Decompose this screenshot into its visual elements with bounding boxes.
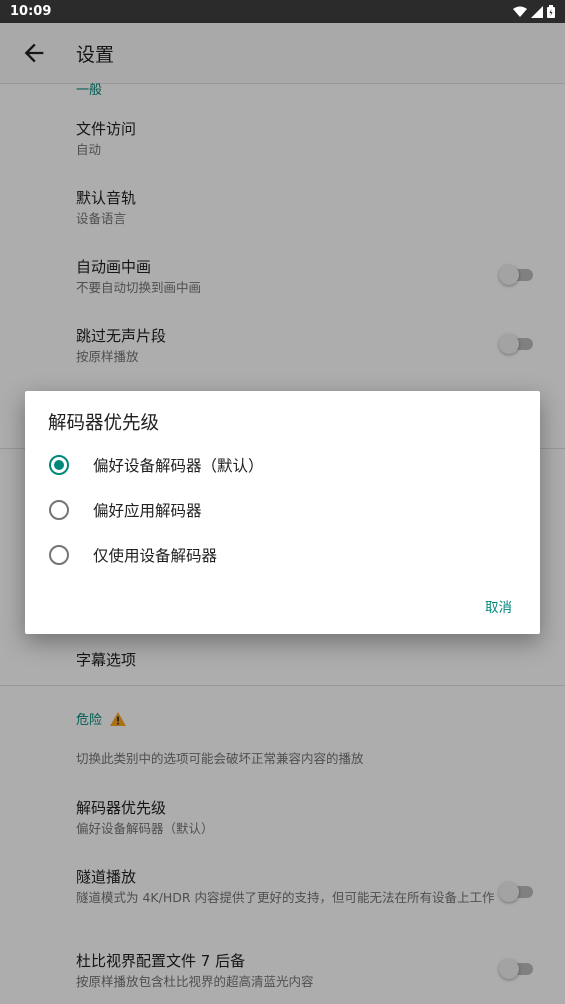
decoder-priority-dialog: 解码器优先级 偏好设备解码器（默认） 偏好应用解码器 仅使用设备解码器 取消 (25, 391, 540, 634)
radio-button[interactable] (49, 500, 69, 520)
option-label: 偏好应用解码器 (93, 502, 202, 520)
status-bar: 10:09 (0, 0, 565, 23)
option-device-decoder-only[interactable]: 仅使用设备解码器 (25, 533, 540, 577)
option-label: 偏好设备解码器（默认） (93, 457, 264, 475)
status-icons (513, 5, 555, 18)
radio-button[interactable] (49, 545, 69, 565)
radio-dot (54, 460, 64, 470)
radio-button-checked[interactable] (49, 455, 69, 475)
dialog-title: 解码器优先级 (48, 413, 160, 434)
option-label: 仅使用设备解码器 (93, 547, 218, 565)
status-time: 10:09 (10, 4, 52, 19)
cancel-button[interactable]: 取消 (485, 596, 512, 616)
battery-icon (547, 5, 555, 18)
option-prefer-app-decoder[interactable]: 偏好应用解码器 (25, 488, 540, 532)
option-prefer-device-decoder[interactable]: 偏好设备解码器（默认） (25, 443, 540, 487)
wifi-icon (513, 6, 527, 17)
signal-icon (531, 5, 543, 18)
